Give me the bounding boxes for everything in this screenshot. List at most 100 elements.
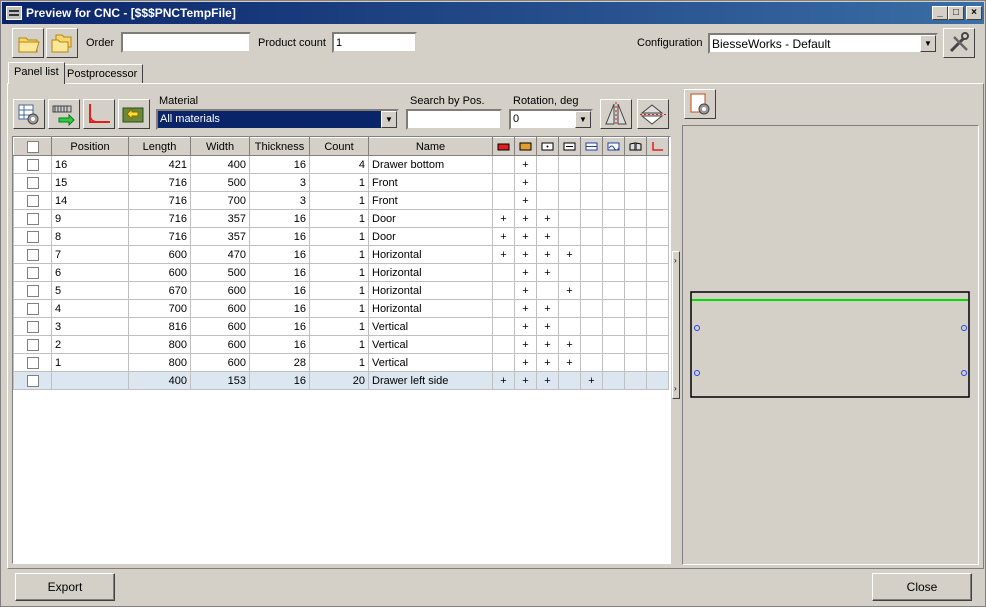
chevron-right-icon: › [674, 384, 677, 393]
row-checkbox[interactable] [13, 173, 52, 192]
rotation-select[interactable]: 0 ▼ [509, 109, 593, 130]
cell-length: 716 [128, 173, 191, 192]
refresh-panels-button[interactable] [118, 99, 150, 129]
edge-profile-button[interactable] [83, 99, 115, 129]
op-column-5[interactable] [580, 137, 603, 156]
cell-op-2: + [514, 227, 537, 246]
table-row[interactable]: 4 700 600 16 1 Horizontal + + [13, 299, 669, 318]
close-button[interactable]: Close [872, 573, 972, 601]
row-checkbox[interactable] [13, 335, 52, 354]
panel-splitter[interactable]: › › [672, 251, 680, 399]
cell-op-3: + [536, 245, 559, 264]
cell-position: 15 [51, 173, 129, 192]
cell-name: Front [368, 191, 493, 210]
cell-name: Horizontal [368, 263, 493, 282]
table-row[interactable]: 14 716 700 3 1 Front + [13, 191, 669, 210]
material-select[interactable]: All materials ▼ [156, 109, 399, 130]
column-position[interactable]: Position [51, 137, 129, 156]
op-column-3[interactable] [536, 137, 559, 156]
table-row[interactable]: 16 421 400 16 4 Drawer bottom + [13, 155, 669, 174]
flip-button[interactable] [637, 99, 669, 129]
table-row[interactable]: 2 800 600 16 1 Vertical + + + [13, 335, 669, 354]
cell-op-2: + [514, 281, 537, 300]
row-checkbox[interactable] [13, 191, 52, 210]
op-column-1[interactable] [492, 137, 515, 156]
op-column-8[interactable] [646, 137, 669, 156]
table-row[interactable]: 400 153 16 20 Drawer left side + + + + [13, 371, 669, 390]
table-row[interactable]: 9 716 357 16 1 Door + + + [13, 209, 669, 228]
mirror-button[interactable] [600, 99, 632, 129]
maximize-button[interactable]: □ [948, 6, 964, 20]
cell-width: 400 [190, 155, 250, 174]
table-row[interactable]: 7 600 470 16 1 Horizontal + + + + [13, 245, 669, 264]
export-button[interactable]: Export [15, 573, 115, 601]
cell-name: Drawer bottom [368, 155, 493, 174]
drill-export-button[interactable] [48, 99, 80, 129]
column-thickness[interactable]: Thickness [249, 137, 310, 156]
row-checkbox[interactable] [13, 317, 52, 336]
cell-thickness: 16 [249, 335, 310, 354]
cell-width: 357 [190, 209, 250, 228]
cell-count: 1 [309, 317, 369, 336]
table-row[interactable]: 1 800 600 28 1 Vertical + + + [13, 353, 669, 372]
hole-marker [961, 370, 967, 376]
cell-width: 153 [190, 371, 250, 390]
folders-icon [51, 34, 72, 53]
row-checkbox[interactable] [13, 371, 52, 390]
row-checkbox[interactable] [13, 227, 52, 246]
table-row[interactable]: 6 600 500 16 1 Horizontal + + [13, 263, 669, 282]
cell-op-8 [646, 335, 669, 354]
op-column-7[interactable] [624, 137, 647, 156]
table-row[interactable]: 8 716 357 16 1 Door + + + [13, 227, 669, 246]
cell-length: 716 [128, 227, 191, 246]
cell-op-7 [624, 191, 647, 210]
open-folder-button[interactable] [12, 28, 44, 58]
cell-op-3 [536, 155, 559, 174]
cell-op-7 [624, 227, 647, 246]
chevron-down-icon[interactable]: ▼ [381, 111, 397, 128]
row-checkbox[interactable] [13, 263, 52, 282]
row-checkbox[interactable] [13, 281, 52, 300]
row-checkbox[interactable] [13, 155, 52, 174]
minimize-button[interactable]: _ [932, 6, 948, 20]
close-window-button[interactable]: × [966, 6, 982, 20]
row-checkbox[interactable] [13, 299, 52, 318]
cell-op-3: + [536, 335, 559, 354]
row-checkbox[interactable] [13, 353, 52, 372]
tools-button[interactable] [943, 28, 975, 58]
window-title: Preview for CNC - [$$$PNCTempFile] [26, 6, 236, 20]
cell-op-1: + [492, 227, 515, 246]
open-multiple-button[interactable] [46, 28, 78, 58]
cell-op-3: + [536, 353, 559, 372]
product-count-input[interactable] [332, 32, 417, 53]
cell-op-8 [646, 155, 669, 174]
cell-thickness: 16 [249, 371, 310, 390]
cell-name: Vertical [368, 335, 493, 354]
column-name[interactable]: Name [368, 137, 493, 156]
column-width[interactable]: Width [190, 137, 250, 156]
op-column-4[interactable] [558, 137, 581, 156]
chevron-down-icon[interactable]: ▼ [920, 35, 936, 52]
cell-op-5 [580, 209, 603, 228]
op-column-6[interactable] [602, 137, 625, 156]
table-row[interactable]: 15 716 500 3 1 Front + [13, 173, 669, 192]
preview-settings-button[interactable] [684, 89, 716, 119]
column-count[interactable]: Count [309, 137, 369, 156]
table-row[interactable]: 3 816 600 16 1 Vertical + + [13, 317, 669, 336]
select-all-checkbox[interactable] [13, 137, 52, 156]
cell-count: 20 [309, 371, 369, 390]
tab-postprocessor[interactable]: Postprocessor [61, 64, 144, 84]
row-checkbox[interactable] [13, 209, 52, 228]
configuration-value: BiesseWorks - Default [712, 37, 831, 51]
chevron-down-icon[interactable]: ▼ [575, 111, 591, 128]
configuration-select[interactable]: BiesseWorks - Default ▼ [708, 33, 938, 54]
order-input[interactable] [121, 32, 251, 53]
search-position-input[interactable] [406, 109, 502, 130]
column-length[interactable]: Length [128, 137, 191, 156]
table-settings-button[interactable] [13, 99, 45, 129]
row-checkbox[interactable] [13, 245, 52, 264]
cell-position: 9 [51, 209, 129, 228]
tab-panel-list[interactable]: Panel list [8, 62, 65, 84]
table-row[interactable]: 5 670 600 16 1 Horizontal + + [13, 281, 669, 300]
op-column-2[interactable] [514, 137, 537, 156]
